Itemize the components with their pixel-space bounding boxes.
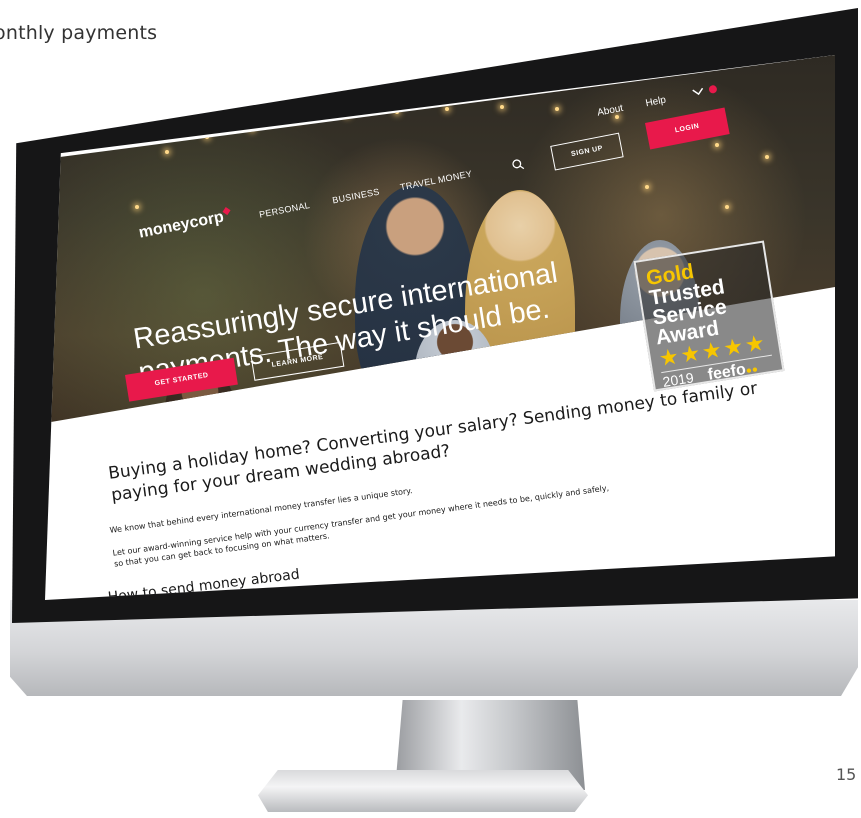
- language-selector[interactable]: [690, 78, 718, 101]
- nav-business[interactable]: BUSINESS: [331, 187, 380, 206]
- content-paragraph-2-line2: so that you can get back to focusing on …: [113, 531, 331, 569]
- feefo-eyes-icon: ●●: [745, 364, 759, 377]
- page-number: 15: [836, 765, 857, 784]
- imac-stand-base: [258, 770, 588, 812]
- flag-icon: [708, 84, 718, 94]
- help-link[interactable]: Help: [645, 95, 667, 110]
- nav-personal[interactable]: PERSONAL: [258, 200, 310, 220]
- nav-travel-money[interactable]: TRAVEL MONEY: [399, 169, 473, 193]
- chevron-down-icon: [692, 87, 703, 95]
- award-badge: Gold Trusted Service Award ★★★★★ 2019 fe…: [633, 240, 785, 392]
- login-button[interactable]: LOGIN: [645, 107, 730, 150]
- sign-up-button[interactable]: SIGN UP: [550, 132, 624, 171]
- document-heading: onthly payments: [0, 22, 158, 44]
- about-link[interactable]: About: [596, 103, 624, 119]
- moneycorp-logo[interactable]: moneycorp◆: [137, 205, 232, 242]
- search-icon[interactable]: [511, 157, 525, 171]
